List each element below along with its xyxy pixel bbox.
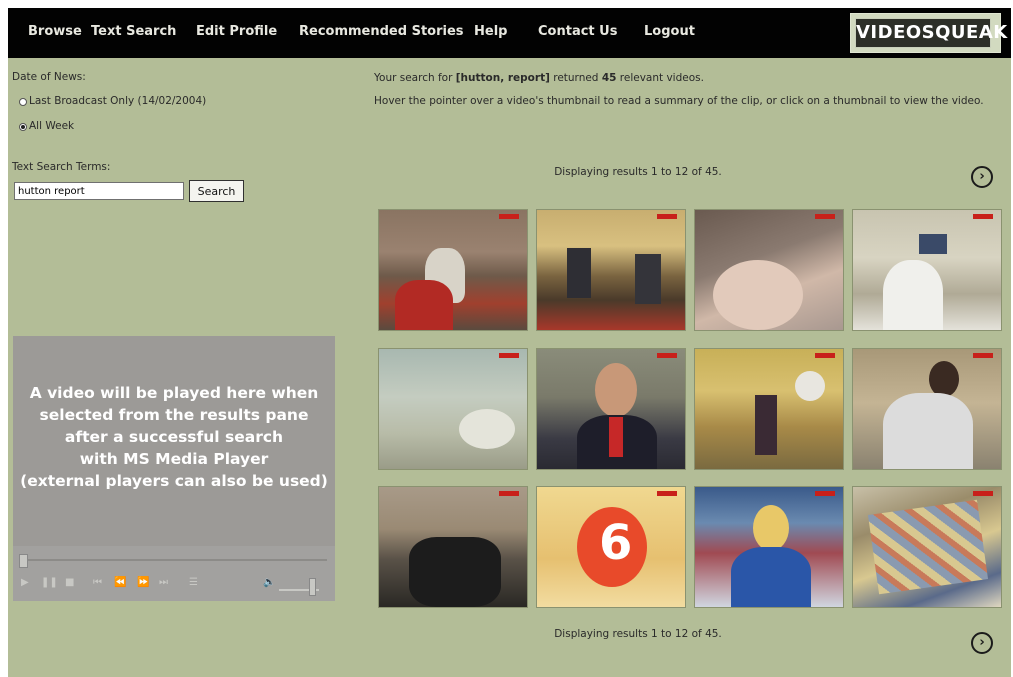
text-search-terms-label: Text Search Terms:: [12, 161, 111, 173]
results-status-bottom: Displaying results 1 to 12 of 45.: [554, 628, 722, 640]
chevron-right-icon: ›: [979, 169, 985, 184]
search-button[interactable]: Search: [189, 180, 244, 202]
fast-forward-icon[interactable]: ⏩: [137, 577, 149, 588]
nav-recommended-stories[interactable]: Recommended Stories: [299, 24, 464, 39]
top-nav-bar: Browse Text Search Edit Profile Recommen…: [8, 8, 1011, 58]
brand-logo: VIDEOSQUEAK: [850, 13, 1007, 53]
chevron-right-icon: ›: [979, 635, 985, 650]
pause-icon[interactable]: ❚❚: [41, 577, 58, 588]
video-thumbnail-10[interactable]: 6: [536, 486, 686, 608]
radio-all-week[interactable]: [19, 123, 27, 131]
video-thumbnail-6[interactable]: [536, 348, 686, 470]
nav-help[interactable]: Help: [474, 24, 507, 39]
rewind-icon[interactable]: ⏪: [114, 577, 126, 588]
video-thumbnail-8[interactable]: [852, 348, 1002, 470]
video-thumbnail-4[interactable]: [852, 209, 1002, 331]
playlist-icon[interactable]: ☰: [189, 577, 198, 588]
next-page-button-top[interactable]: ›: [971, 166, 993, 188]
summary-count: 45: [601, 72, 617, 84]
skip-forward-icon[interactable]: ⏭: [159, 577, 168, 588]
video-thumbnail-9[interactable]: [378, 486, 528, 608]
player-placeholder-message: A video will be played here when selecte…: [20, 384, 328, 490]
brand-logo-text: VIDEOSQUEAK: [855, 18, 1007, 48]
results-summary: Your search for [hutton, report] returne…: [374, 72, 704, 84]
date-of-news-label: Date of News:: [12, 71, 86, 83]
video-thumbnail-3[interactable]: [694, 209, 844, 331]
video-thumbnail-12[interactable]: [852, 486, 1002, 608]
nav-logout[interactable]: Logout: [644, 24, 695, 39]
next-page-button-bottom[interactable]: ›: [971, 632, 993, 654]
radio-last-broadcast-label[interactable]: Last Broadcast Only (14/02/2004): [29, 95, 206, 107]
play-icon[interactable]: ▶: [21, 577, 29, 588]
video-thumbnail-5[interactable]: [378, 348, 528, 470]
nav-edit-profile[interactable]: Edit Profile: [196, 24, 277, 39]
nav-browse[interactable]: Browse: [28, 24, 82, 39]
app-window: Browse Text Search Edit Profile Recommen…: [8, 8, 1011, 677]
volume-handle[interactable]: [309, 578, 316, 596]
video-thumbnail-7[interactable]: [694, 348, 844, 470]
skip-back-icon[interactable]: ⏮: [93, 577, 102, 588]
video-thumbnail-11[interactable]: [694, 486, 844, 608]
seek-handle[interactable]: [19, 554, 28, 568]
media-player-screen[interactable]: A video will be played here when selecte…: [13, 336, 335, 546]
summary-suffix: relevant videos.: [616, 72, 704, 84]
search-input[interactable]: [14, 182, 184, 200]
summary-mid: returned: [549, 72, 602, 84]
video-thumbnail-1[interactable]: [378, 209, 528, 331]
summary-query: [hutton, report]: [455, 72, 550, 84]
stop-icon[interactable]: ■: [65, 577, 74, 588]
results-status-top: Displaying results 1 to 12 of 45.: [554, 166, 722, 178]
seek-bar[interactable]: [19, 559, 327, 561]
results-hint: Hover the pointer over a video's thumbna…: [374, 95, 984, 107]
nav-contact-us[interactable]: Contact Us: [538, 24, 617, 39]
media-player-controls: ▶ ❚❚ ■ ⏮ ⏪ ⏩ ⏭ ☰ 🔈: [13, 546, 335, 601]
radio-all-week-label[interactable]: All Week: [29, 120, 74, 132]
volume-icon[interactable]: 🔈: [263, 577, 275, 588]
nav-text-search[interactable]: Text Search: [91, 24, 176, 39]
video-thumbnail-2[interactable]: [536, 209, 686, 331]
radio-last-broadcast[interactable]: [19, 98, 27, 106]
summary-prefix: Your search for: [374, 72, 456, 84]
